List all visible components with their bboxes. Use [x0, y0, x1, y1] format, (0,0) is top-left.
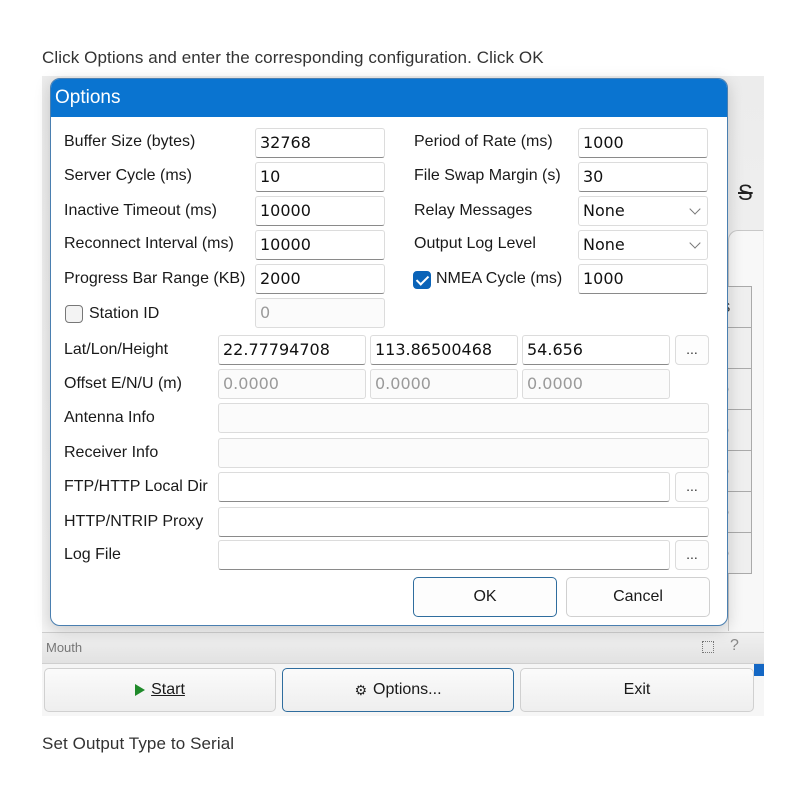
instruction-caption-top: Click Options and enter the correspondin…	[42, 48, 544, 67]
local-dir-input[interactable]	[218, 472, 670, 502]
proxy-input[interactable]	[218, 507, 709, 537]
reconnect-interval-label: Reconnect Interval (ms)	[64, 235, 234, 252]
progress-bar-range-input[interactable]: 2000	[255, 264, 385, 294]
status-bar: Mouth ?	[42, 632, 764, 664]
local-dir-label: FTP/HTTP Local Dir	[64, 478, 208, 495]
options-dialog: Options Buffer Size (bytes) 32768 Server…	[50, 78, 728, 626]
nmea-cycle-input[interactable]: 1000	[578, 264, 708, 294]
log-file-input[interactable]	[218, 540, 670, 570]
output-log-level-value: None	[583, 235, 625, 254]
inactive-timeout-input[interactable]: 10000	[255, 196, 385, 226]
server-cycle-input[interactable]: 10	[255, 162, 385, 192]
offset-n-input[interactable]: 0.0000	[370, 369, 518, 399]
relay-messages-select[interactable]: None	[578, 196, 708, 226]
chevron-down-icon	[689, 203, 701, 215]
output-log-level-label: Output Log Level	[414, 235, 536, 252]
play-icon	[135, 684, 146, 696]
inactive-timeout-label: Inactive Timeout (ms)	[64, 202, 217, 219]
status-text: Mouth	[46, 640, 83, 655]
output-log-level-select[interactable]: None	[578, 230, 708, 260]
offset-u-input[interactable]: 0.0000	[522, 369, 670, 399]
buffer-size-input[interactable]: 32768	[255, 128, 385, 158]
strike-symbol-icon: S	[738, 180, 753, 205]
cancel-button[interactable]: Cancel	[566, 577, 710, 617]
period-of-rate-input[interactable]: 1000	[578, 128, 708, 158]
offset-e-input[interactable]: 0.0000	[218, 369, 366, 399]
reconnect-interval-input[interactable]: 10000	[255, 230, 385, 260]
progress-bar-range-label: Progress Bar Range (KB)	[64, 270, 246, 287]
latitude-input[interactable]: 22.77794708	[218, 335, 366, 365]
receiver-info-label: Receiver Info	[64, 444, 159, 461]
height-input[interactable]: 54.656	[522, 335, 670, 365]
buffer-size-label: Buffer Size (bytes)	[64, 133, 196, 150]
position-browse-button[interactable]: ...	[675, 335, 709, 365]
proxy-label: HTTP/NTRIP Proxy	[64, 513, 204, 530]
options-button[interactable]: ⚙ Options...	[282, 668, 514, 712]
chevron-down-icon	[689, 237, 701, 249]
local-dir-browse-button[interactable]: ...	[675, 472, 709, 502]
nmea-cycle-checkbox[interactable]	[413, 271, 431, 289]
antenna-info-label: Antenna Info	[64, 409, 155, 426]
log-file-label: Log File	[64, 546, 121, 563]
lat-lon-height-label: Lat/Lon/Height	[64, 341, 169, 358]
server-cycle-label: Server Cycle (ms)	[64, 167, 193, 184]
offset-enu-label: Offset E/N/U (m)	[64, 375, 182, 392]
station-id-checkbox[interactable]	[65, 305, 83, 323]
longitude-input[interactable]: 113.86500468	[370, 335, 518, 365]
exit-button[interactable]: Exit	[520, 668, 754, 712]
period-of-rate-label: Period of Rate (ms)	[414, 133, 553, 150]
receiver-info-input[interactable]	[218, 438, 709, 468]
gear-icon: ⚙	[354, 681, 368, 698]
station-id-label: Station ID	[89, 305, 160, 322]
relay-messages-label: Relay Messages	[414, 202, 533, 219]
station-id-input[interactable]: 0	[255, 298, 385, 328]
exit-button-label: Exit	[623, 681, 651, 698]
relay-messages-value: None	[583, 201, 625, 220]
start-button-label: Start	[151, 681, 185, 698]
log-file-browse-button[interactable]: ...	[675, 540, 709, 570]
ok-button[interactable]: OK	[413, 577, 557, 617]
help-button[interactable]: ?	[730, 637, 739, 655]
file-swap-margin-input[interactable]: 30	[578, 162, 708, 192]
dialog-title: Options	[51, 79, 727, 117]
options-button-label: Options...	[373, 681, 442, 698]
nmea-cycle-label: NMEA Cycle (ms)	[436, 270, 563, 287]
main-button-bar: Start ⚙ Options... Exit	[42, 666, 764, 716]
instruction-caption-bottom: Set Output Type to Serial	[42, 734, 235, 753]
file-swap-margin-label: File Swap Margin (s)	[414, 167, 561, 184]
resize-grip-icon[interactable]	[702, 641, 714, 653]
start-button[interactable]: Start	[44, 668, 276, 712]
antenna-info-input[interactable]	[218, 403, 709, 433]
